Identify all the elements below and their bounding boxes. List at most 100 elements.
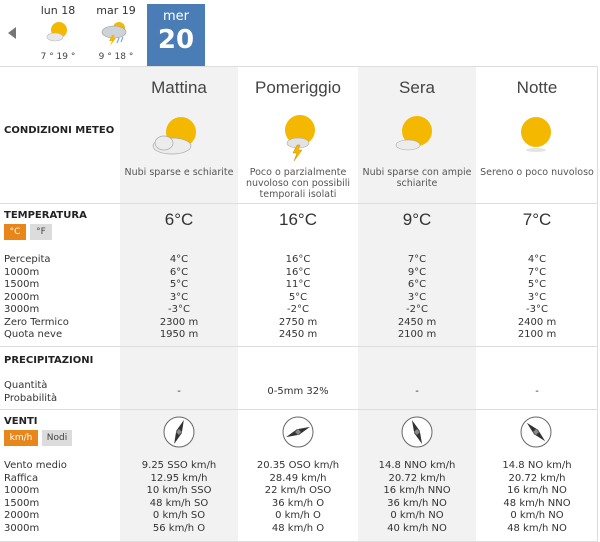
day-tab-today[interactable]: mer 20 — [147, 4, 205, 66]
cell: 48 km/h O — [271, 522, 325, 534]
cell: 3°C — [407, 291, 427, 303]
cell: 16 km/h NNO — [383, 485, 451, 496]
temperature-values: 4°C 6°C 5°C 3°C -3°C 2300 m 1950 m — [120, 254, 238, 342]
row-label: Percepita — [4, 254, 51, 265]
period-header: Mattina — [151, 78, 207, 97]
cell: -2°C — [406, 304, 428, 315]
condition-text: Sereno o poco nuvoloso — [480, 167, 594, 178]
cell: 3°C — [169, 291, 189, 303]
row-label: 2000m — [4, 510, 40, 521]
precipitation-row-labels: Quantità Probabilità — [4, 380, 57, 405]
temperature-values: 7°C 9°C 6°C 3°C -2°C 2450 m 2100 m — [358, 254, 476, 342]
wind-row-labels: Vento medio Raffica 1000m 1500m 2000m 30… — [4, 460, 67, 535]
cell: 48 km/h NO — [507, 522, 567, 534]
cell: 1950 m — [159, 329, 199, 340]
condition-text: Poco o parzialmente nuvoloso con possibi… — [245, 167, 351, 200]
wind-values: 9.25 SSO km/h 12.95 km/h 10 km/h SSO 48 … — [120, 460, 238, 535]
period-header: Notte — [516, 78, 558, 97]
row-label: 3000m — [4, 304, 40, 315]
today-dayname: mer — [162, 9, 189, 24]
cell: 7°C — [527, 266, 547, 278]
wind-values: 14.8 NNO km/h 20.72 km/h 16 km/h NNO 36 … — [358, 460, 476, 535]
precipitation-title: PRECIPITAZIONI — [4, 355, 94, 366]
cell: 11°C — [285, 279, 311, 290]
cell: 12.95 km/h — [150, 472, 208, 484]
main-temperature: 9°C — [402, 210, 432, 229]
temperature-values: 4°C 7°C 5°C 3°C -3°C 2400 m 2100 m — [476, 254, 598, 342]
cell: 3°C — [527, 291, 547, 303]
precipitation-value: 0-5mm 32% — [267, 386, 329, 397]
divider — [0, 409, 598, 410]
cell: 10 km/h SSO — [146, 485, 212, 496]
row-label: 1000m — [4, 485, 40, 496]
unit-kmh-button[interactable]: km/h — [4, 430, 38, 446]
cell: 36 km/h O — [271, 497, 325, 509]
cell: 5°C — [169, 279, 189, 290]
cell: 4°C — [169, 254, 189, 265]
unit-fahrenheit-button[interactable]: °F — [30, 224, 52, 240]
cell: 20.72 km/h — [388, 472, 446, 484]
row-label: Zero Termico — [4, 316, 69, 328]
cell: 7°C — [407, 254, 427, 265]
cell: 5°C — [527, 279, 547, 290]
unit-celsius-button[interactable]: °C — [4, 224, 26, 240]
cell: 9°C — [407, 266, 427, 278]
row-label: 2000m — [4, 291, 40, 303]
wind-compass-icon — [282, 416, 314, 448]
cell: 16°C — [285, 266, 311, 278]
prev-arrow-icon[interactable] — [8, 27, 16, 39]
today-number: 20 — [157, 25, 195, 55]
cell: 40 km/h NO — [387, 522, 447, 534]
cell: 14.8 NNO km/h — [378, 460, 456, 471]
day-tab-1[interactable]: lun 18 7 ° 19 ° — [32, 2, 84, 66]
period-header: Sera — [399, 78, 435, 97]
cell: 2450 m — [278, 329, 318, 340]
row-label: 3000m — [4, 522, 40, 534]
condition-text: Nubi sparse e schiarite — [124, 167, 234, 178]
cell: 0 km/h NO — [510, 510, 564, 521]
cell: 56 km/h O — [152, 522, 206, 534]
cell: 9.25 SSO km/h — [141, 460, 217, 471]
period-header: Pomeriggio — [255, 78, 341, 97]
cell: 20.72 km/h — [508, 472, 566, 484]
cell: 22 km/h OSO — [264, 485, 332, 496]
row-label: 1000m — [4, 266, 40, 278]
storm-cloud-icon — [101, 22, 127, 46]
cell: 48 km/h NNO — [503, 497, 571, 509]
row-label: 1500m — [4, 279, 40, 290]
sun-cloud-icon — [395, 116, 432, 151]
day-tab-temps: 7 ° 19 ° — [40, 52, 76, 62]
temperature-values: 16°C 16°C 11°C 5°C -2°C 2750 m 2450 m — [238, 254, 358, 342]
wind-values: 14.8 NO km/h 20.72 km/h 16 km/h NO 48 km… — [476, 460, 598, 535]
cell: 2300 m — [159, 316, 199, 328]
unit-knots-button[interactable]: Nodi — [42, 430, 72, 446]
row-label: Probabilità — [4, 392, 58, 404]
cell: 20.35 OSO km/h — [256, 460, 340, 471]
wind-compass-icon — [520, 416, 552, 448]
cell: -3°C — [526, 304, 548, 315]
cell: 0 km/h NO — [390, 510, 444, 521]
day-tab-label: lun 18 — [40, 4, 76, 17]
cell: 2750 m — [278, 316, 318, 328]
row-label: Raffica — [4, 472, 39, 484]
precipitation-value: - — [415, 386, 419, 397]
row-label: Vento medio — [4, 460, 67, 471]
cell: 6°C — [169, 266, 189, 278]
cell: 6°C — [407, 279, 427, 290]
divider — [0, 203, 598, 204]
main-temperature: 7°C — [522, 210, 552, 229]
main-temperature: 16°C — [279, 210, 317, 229]
sun-cloud-icon — [46, 22, 67, 42]
row-label: Quota neve — [4, 329, 63, 340]
cell: -3°C — [168, 304, 190, 315]
day-tab-label: mar 19 — [96, 4, 136, 17]
conditions-title: CONDIZIONI METEO — [4, 125, 115, 136]
cell: 36 km/h NO — [387, 497, 447, 509]
day-tab-temps: 9 ° 18 ° — [98, 52, 134, 62]
cell: 2100 m — [517, 329, 557, 340]
day-tab-2[interactable]: mar 19 9 ° 18 ° — [90, 2, 142, 66]
divider — [0, 66, 598, 67]
temperature-row-labels: Percepita 1000m 1500m 2000m 3000m Zero T… — [4, 254, 69, 342]
temperature-title: TEMPERATURA — [4, 210, 87, 221]
wind-values: 20.35 OSO km/h 28.49 km/h 22 km/h OSO 36… — [238, 460, 358, 535]
